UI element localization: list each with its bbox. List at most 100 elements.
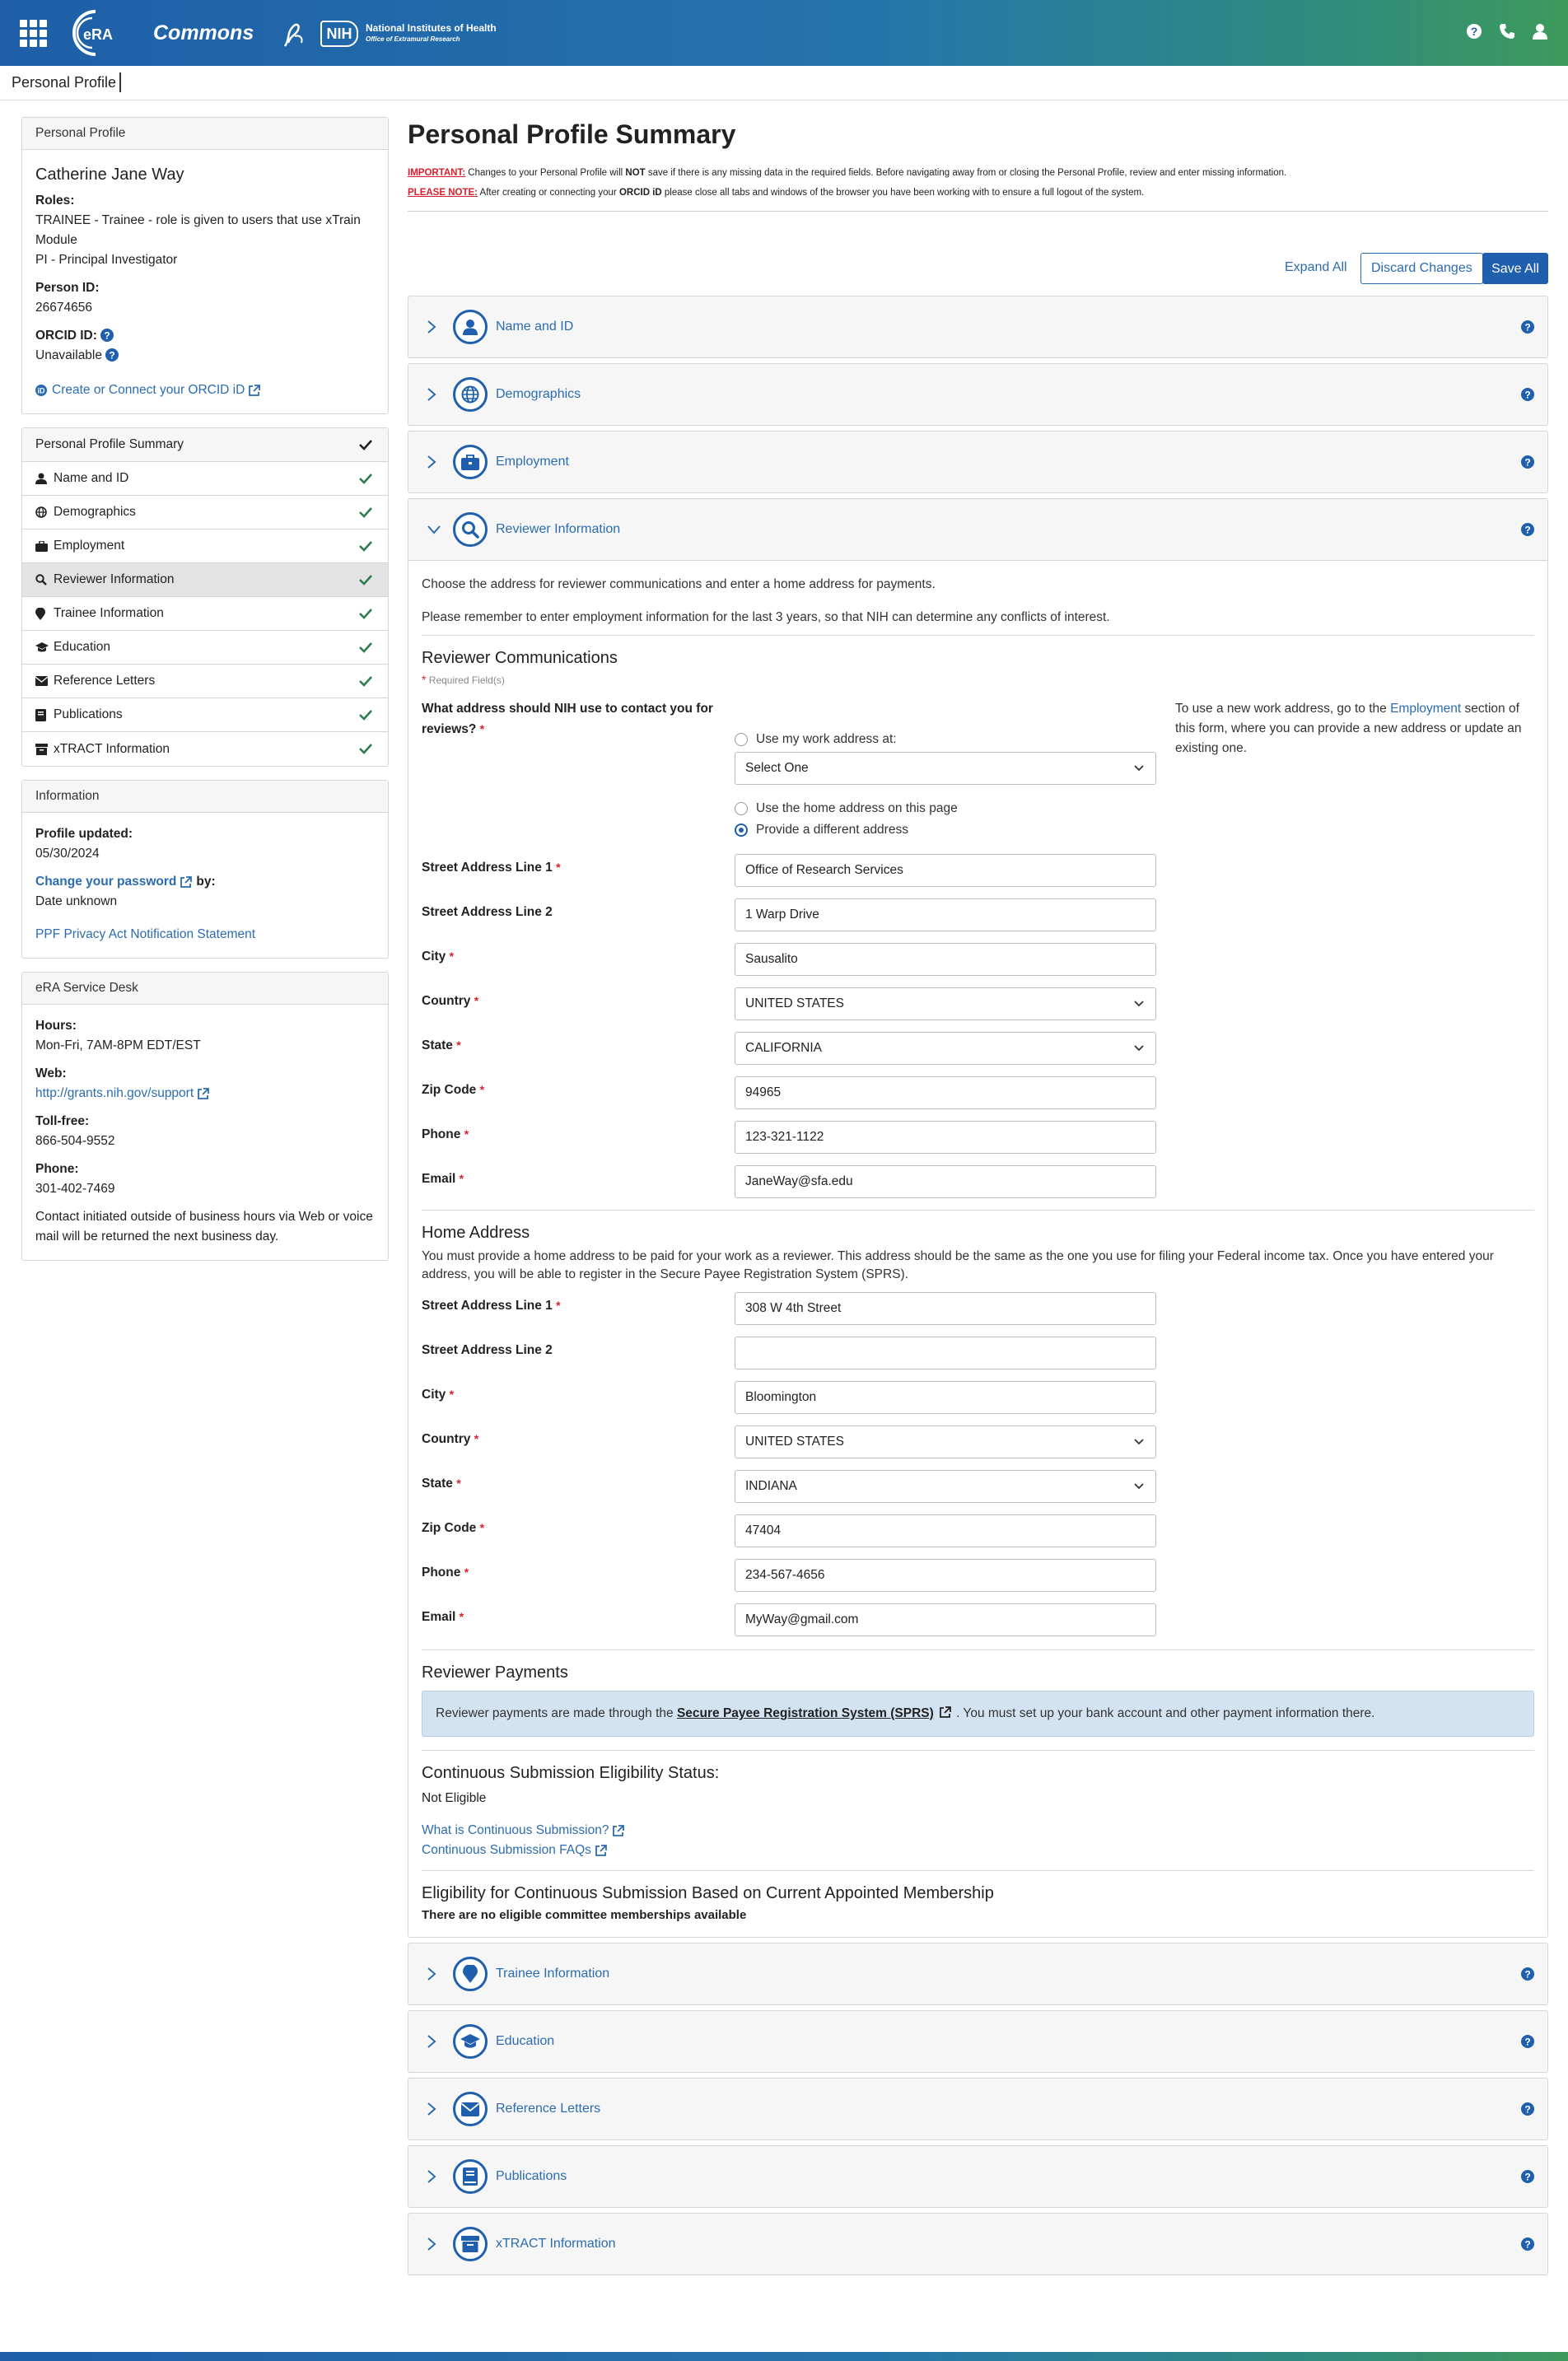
help-icon[interactable]: ? [1521, 455, 1534, 469]
person-id-label: Person ID: [35, 281, 100, 295]
home-city-input[interactable]: Bloomington [735, 1381, 1156, 1414]
section-header[interactable]: Reviewer Information ? [408, 499, 1547, 560]
divider [422, 1210, 1534, 1211]
sidebar-item-education[interactable]: Education [22, 631, 388, 665]
phone-icon[interactable] [1499, 23, 1515, 40]
help-icon[interactable]: ? [1521, 523, 1534, 536]
section-header[interactable]: Demographics ? [408, 364, 1547, 425]
home-email-input[interactable]: MyWay@gmail.com [735, 1603, 1156, 1636]
divider [422, 635, 1534, 636]
help-icon[interactable]: ? [1521, 2035, 1534, 2048]
home-street-1-input[interactable]: 308 W 4th Street [735, 1292, 1156, 1325]
comm-state-select[interactable]: CALIFORNIA [735, 1032, 1156, 1065]
comm-street-2-input[interactable]: 1 Warp Drive [735, 898, 1156, 931]
check-icon [358, 506, 373, 519]
section-header[interactable]: Education ? [408, 2011, 1547, 2072]
home-country-select[interactable]: UNITED STATES [735, 1425, 1156, 1458]
section-header[interactable]: Employment ? [408, 432, 1547, 492]
orcid-connect-link[interactable]: Create or Connect your ORCID iD [52, 380, 245, 400]
map-pin-icon [453, 1957, 488, 1991]
comm-country-select[interactable]: UNITED STATES [735, 987, 1156, 1020]
chevron-down-icon [1134, 1001, 1144, 1007]
sidebar-item-trainee-information[interactable]: Trainee Information [22, 597, 388, 631]
sidebar-item-label: Publications [54, 707, 123, 721]
chevron-right-icon [427, 320, 443, 334]
home-zip-input[interactable]: 47404 [735, 1514, 1156, 1547]
work-address-select[interactable]: Select One [735, 752, 1156, 785]
help-icon[interactable]: ? [1521, 320, 1534, 334]
radio-button[interactable] [735, 802, 748, 815]
radio-use-work-address[interactable]: Use my work address at: [735, 732, 897, 747]
comm-phone-input[interactable]: 123-321-1122 [735, 1121, 1156, 1154]
sidebar-item-name-and-id[interactable]: Name and ID [22, 462, 388, 496]
sidebar-item-label: Trainee Information [54, 606, 164, 620]
orcid-unavailable-help-icon[interactable]: ? [105, 348, 119, 362]
hhs-logo-icon [278, 18, 306, 51]
comm-zip-input[interactable]: 94965 [735, 1076, 1156, 1109]
comm-street-1-input[interactable]: Office of Research Services [735, 854, 1156, 887]
cs-faqs-link[interactable]: Continuous Submission FAQs [422, 1841, 591, 1860]
person-name: Catherine Jane Way [35, 166, 184, 184]
sidebar-item-reviewer-information[interactable]: Reviewer Information [22, 563, 388, 597]
home-state-select[interactable]: INDIANA [735, 1470, 1156, 1503]
user-icon[interactable] [1532, 23, 1548, 40]
sidebar-item-xtract-information[interactable]: xTRACT Information [22, 732, 388, 766]
field-label-text: Phone [422, 1127, 461, 1141]
expand-all-button[interactable]: Expand All [1285, 260, 1347, 275]
comm-city-input[interactable]: Sausalito [735, 943, 1156, 976]
profile-updated-label: Profile updated: [35, 827, 133, 841]
home-street-2-input[interactable] [735, 1337, 1156, 1369]
field-label-text: Country [422, 994, 471, 1008]
section-header[interactable]: Reference Letters ? [408, 2079, 1547, 2139]
please-note-text-2: please close all tabs and windows of the… [661, 188, 1145, 198]
radio-button-selected[interactable] [735, 824, 748, 837]
comm-email-input[interactable]: JaneWay@sfa.edu [735, 1165, 1156, 1198]
era-logo[interactable]: eRA [63, 8, 122, 58]
app-grid-icon[interactable] [20, 20, 48, 48]
sidebar-item-summary[interactable]: Personal Profile Summary [22, 428, 388, 462]
section-title: Demographics [496, 387, 581, 401]
sprs-link[interactable]: Secure Payee Registration System (SPRS) [677, 1706, 934, 1720]
help-icon[interactable]: ? [1521, 1967, 1534, 1981]
help-icon[interactable]: ? [1521, 2102, 1534, 2116]
orcid-label: ORCID ID: [35, 329, 97, 343]
section-header[interactable]: Name and ID ? [408, 296, 1547, 357]
help-icon[interactable]: ? [1521, 2170, 1534, 2183]
help-icon[interactable]: ? [1521, 388, 1534, 401]
home-address-heading: Home Address [422, 1224, 530, 1242]
home-phone-input[interactable]: 234-567-4656 [735, 1559, 1156, 1592]
check-icon [358, 708, 373, 721]
section-header[interactable]: xTRACT Information ? [408, 2214, 1547, 2275]
radio-provide-different-address[interactable]: Provide a different address [735, 823, 908, 838]
membership-eligibility-text: There are no eligible committee membersh… [422, 1908, 747, 1922]
divider [408, 211, 1548, 212]
required-fields-note: * Required Field(s) [422, 673, 1534, 686]
section-header[interactable]: Trainee Information ? [408, 1943, 1547, 2004]
help-icon[interactable]: ? [1466, 23, 1482, 40]
sidebar-item-publications[interactable]: Publications [22, 698, 388, 732]
employment-link[interactable]: Employment [1390, 702, 1461, 716]
field-label: Email * [422, 1172, 464, 1187]
help-icon[interactable]: ? [1521, 2237, 1534, 2251]
orcid-help-icon[interactable]: ? [100, 329, 114, 342]
top-navbar: eRA Commons NIH National Institutes of H… [0, 0, 1568, 66]
privacy-act-link[interactable]: PPF Privacy Act Notification Statement [35, 927, 255, 941]
sidebar-item-employment[interactable]: Employment [22, 530, 388, 563]
support-web-link[interactable]: http://grants.nih.gov/support [35, 1084, 194, 1104]
radio-button[interactable] [735, 733, 748, 746]
section-header[interactable]: Publications ? [408, 2146, 1547, 2207]
breadcrumb-personal-profile[interactable]: Personal Profile [12, 74, 116, 91]
chevron-right-icon [427, 2034, 443, 2049]
sidebar-item-demographics[interactable]: Demographics [22, 496, 388, 530]
role-pi: PI - Principal Investigator [35, 253, 178, 267]
what-is-cs-link[interactable]: What is Continuous Submission? [422, 1821, 609, 1841]
service-desk-title: eRA Service Desk [22, 973, 388, 1005]
save-all-button[interactable]: Save All [1482, 253, 1548, 284]
change-password-link[interactable]: Change your password [35, 872, 176, 892]
radio-use-home-address[interactable]: Use the home address on this page [735, 801, 958, 816]
service-desk-card: eRA Service Desk Hours: Mon-Fri, 7AM-8PM… [21, 972, 389, 1261]
discard-changes-button[interactable]: Discard Changes [1360, 253, 1483, 284]
sidebar-item-reference-letters[interactable]: Reference Letters [22, 665, 388, 698]
field-label: City * [422, 1388, 454, 1402]
chevron-right-icon [427, 455, 443, 469]
